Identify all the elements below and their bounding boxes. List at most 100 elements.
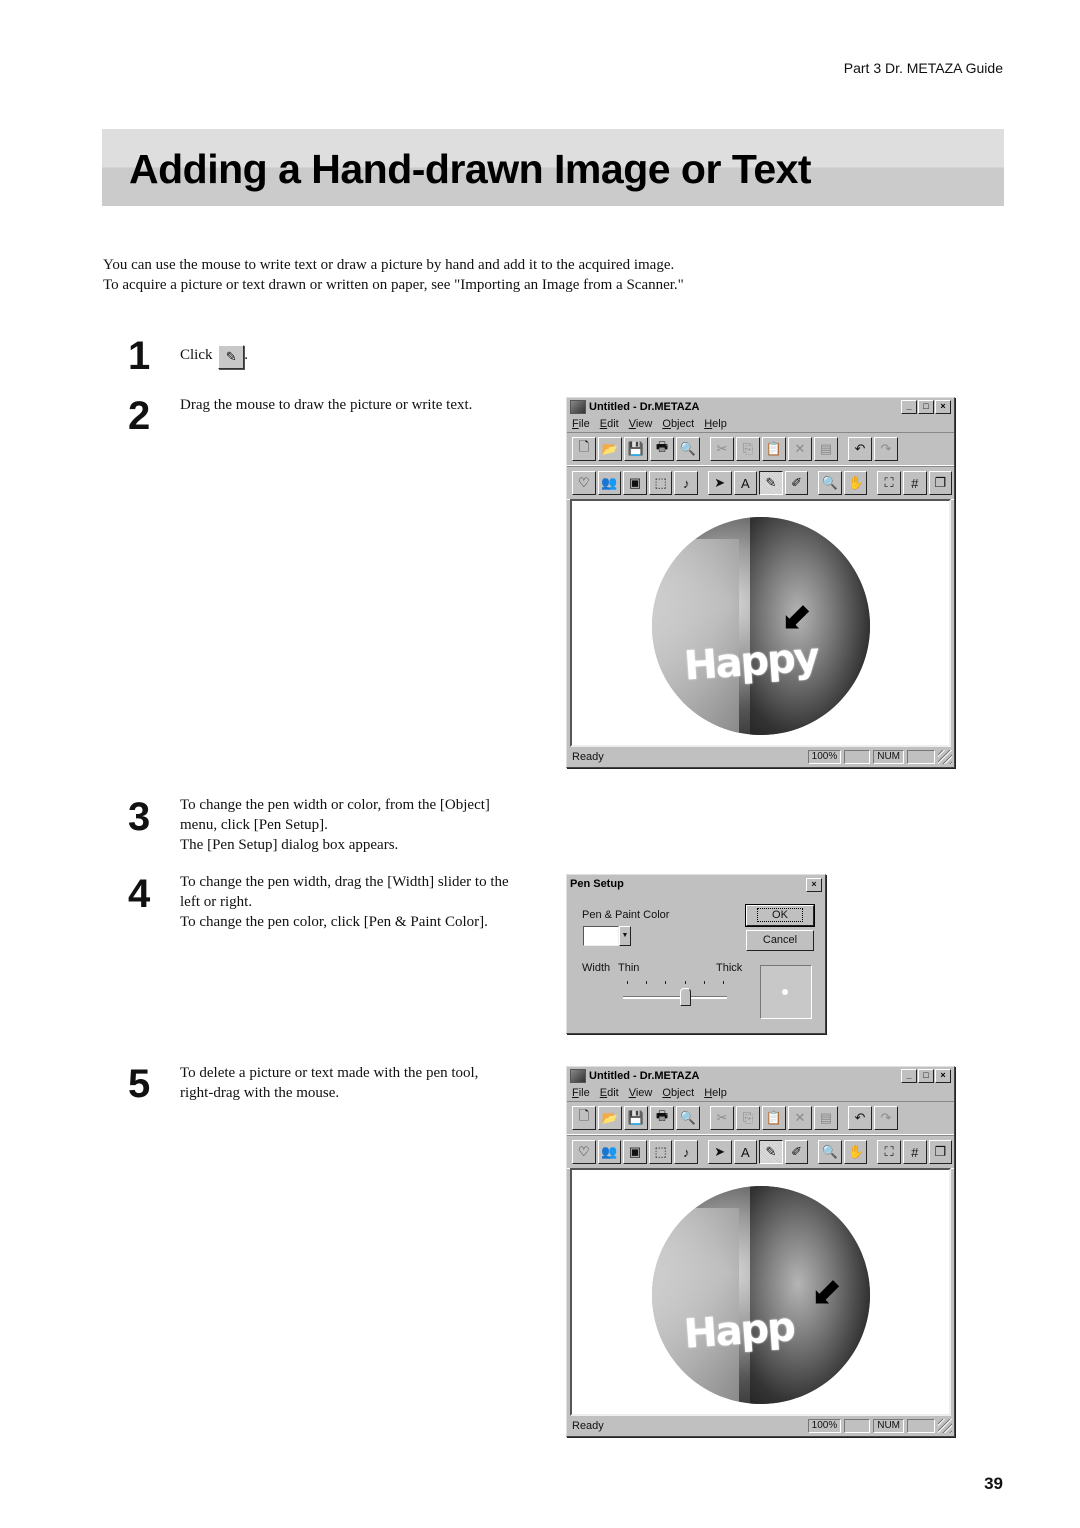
pen-color-picker[interactable]: ▼ [583,926,633,946]
delete-button[interactable]: ✕ [788,437,812,461]
menu-help[interactable]: Help [704,418,727,430]
close-button[interactable]: × [935,399,951,414]
layers-button[interactable]: ❐ [928,1140,953,1164]
layers-icon: ❐ [934,475,947,490]
zoom-button[interactable]: 🔍 [818,471,842,495]
properties-button[interactable]: ▤ [814,437,838,461]
resize-grip-icon[interactable] [938,750,952,764]
delete-button[interactable]: ✕ [788,1106,812,1130]
text-tool-button[interactable]: A [733,471,758,495]
menu-help[interactable]: Help [704,1087,727,1099]
select-arrow-button[interactable]: ➤ [707,1140,732,1164]
drawing-canvas[interactable]: Happ ⬅ [570,1168,951,1416]
music-note-button[interactable]: ♪ [674,1140,699,1164]
text-tool-button[interactable]: A [733,1140,758,1164]
minimize-button[interactable]: _ [901,399,917,414]
save-button[interactable]: 💾 [624,1106,648,1130]
drawing-canvas[interactable]: Happy ⬅ [570,499,951,747]
portrait-button[interactable]: ▣ [623,1140,647,1164]
grid-button[interactable]: # [902,1140,927,1164]
layers-button[interactable]: ❐ [928,471,953,495]
step-number-3: 3 [128,795,151,839]
slider-tick [627,981,628,984]
pen-preview [760,965,812,1019]
redo-button[interactable]: ↷ [874,1106,898,1130]
people-button[interactable]: 👥 [597,1140,622,1164]
menu-file[interactable]: File [572,1087,590,1099]
print-preview-button[interactable]: 🔍 [676,437,700,461]
properties-icon: ▤ [819,1110,833,1125]
people-button[interactable]: 👥 [597,471,622,495]
save-button[interactable]: 💾 [624,437,648,461]
cancel-button[interactable]: Cancel [746,930,814,951]
pen-tool-button[interactable]: ✎ [759,471,783,495]
menu-object[interactable]: Object [662,418,694,430]
dotted-frame-button[interactable]: ⬚ [648,471,673,495]
slider-thumb[interactable] [679,988,691,1006]
eraser-button[interactable]: ✐ [784,471,809,495]
portrait-button[interactable]: ▣ [623,471,647,495]
print-button[interactable]: 🖶 [650,437,674,461]
eraser-button[interactable]: ✐ [784,1140,809,1164]
heart-frame-button[interactable]: ♡ [572,1140,596,1164]
hand-pan-button[interactable]: ✋ [843,1140,868,1164]
paste-button[interactable]: 📋 [762,437,786,461]
music-note-button[interactable]: ♪ [674,471,699,495]
redo-icon: ↷ [880,441,892,456]
fit-window-button[interactable]: ⛶ [877,471,901,495]
num-lock-indicator: NUM [873,750,904,764]
width-slider[interactable] [623,981,727,1006]
cut-button[interactable]: ✂ [710,437,734,461]
menu-file[interactable]: File [572,418,590,430]
pen-preview-dot [782,989,788,995]
window-title: Untitled - Dr.METAZA [589,400,700,413]
print-icon: 🖶 [655,439,669,454]
close-button[interactable]: × [935,1068,951,1083]
undo-icon: ↶ [854,1110,866,1125]
people-icon: 👥 [601,475,618,490]
copy-button[interactable]: ⎘ [736,437,760,461]
menu-edit[interactable]: Edit [600,418,619,430]
paste-button[interactable]: 📋 [762,1106,786,1130]
fit-window-button[interactable]: ⛶ [877,1140,901,1164]
undo-button[interactable]: ↶ [848,1106,872,1130]
status-bar: Ready 100% NUM [569,1418,952,1434]
hand-pan-button[interactable]: ✋ [843,471,868,495]
open-folder-button[interactable]: 📂 [598,1106,622,1130]
new-file-button[interactable]: 🗋 [572,1106,596,1130]
zoom-button[interactable]: 🔍 [818,1140,842,1164]
pen-tool-button[interactable]: ✎ [759,1140,783,1164]
resize-grip-icon[interactable] [938,1419,952,1433]
new-file-button[interactable]: 🗋 [572,437,596,461]
print-preview-button[interactable]: 🔍 [676,1106,700,1130]
select-arrow-button[interactable]: ➤ [707,471,732,495]
cut-button[interactable]: ✂ [710,1106,734,1130]
grid-button[interactable]: # [902,471,927,495]
print-button[interactable]: 🖶 [650,1106,674,1130]
grid-icon: # [911,475,919,491]
width-label: Width [582,962,611,974]
menu-object[interactable]: Object [662,1087,694,1099]
dialog-close-button[interactable]: × [806,878,822,892]
open-folder-button[interactable]: 📂 [598,437,622,461]
properties-button[interactable]: ▤ [814,1106,838,1130]
menu-view[interactable]: View [629,418,653,430]
undo-button[interactable]: ↶ [848,437,872,461]
chevron-down-icon[interactable]: ▼ [619,926,631,946]
step-1-text: Click ✎. [180,345,248,369]
title-banner: Adding a Hand-drawn Image or Text [102,129,1004,206]
copy-button[interactable]: ⎘ [736,1106,760,1130]
menu-view[interactable]: View [629,1087,653,1099]
redo-icon: ↷ [880,1110,892,1125]
heart-frame-button[interactable]: ♡ [572,471,596,495]
dotted-frame-button[interactable]: ⬚ [648,1140,673,1164]
ok-button[interactable]: OK [745,904,815,927]
minimize-button[interactable]: _ [901,1068,917,1083]
maximize-button[interactable]: □ [918,1068,934,1083]
menu-edit[interactable]: Edit [600,1087,619,1099]
num-lock-indicator: NUM [873,1419,904,1433]
print-preview-icon: 🔍 [679,1110,697,1125]
save-icon: 💾 [627,1110,645,1125]
maximize-button[interactable]: □ [918,399,934,414]
redo-button[interactable]: ↷ [874,437,898,461]
